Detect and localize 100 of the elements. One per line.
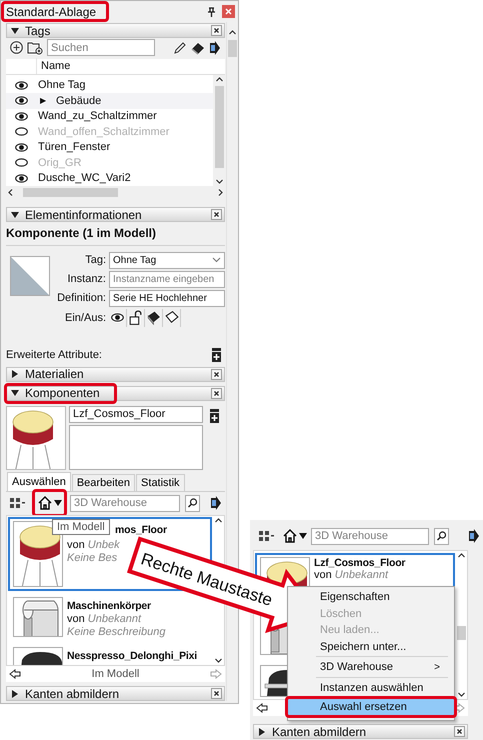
menu-item[interactable]: Speichern unter...: [289, 638, 453, 655]
export-icon[interactable]: [468, 529, 480, 543]
eye-icon[interactable]: [14, 80, 28, 90]
lock-icon[interactable]: [127, 308, 145, 327]
tag-name: Wand_zu_Schaltzimmer: [37, 110, 157, 122]
expander-icon[interactable]: ▶: [40, 96, 46, 106]
tag-row[interactable]: ▶ Gebäude: [6, 93, 213, 109]
menu-item[interactable]: Auswahl ersetzen: [285, 696, 457, 718]
menu-item[interactable]: Eigenschaften: [289, 589, 453, 606]
tab[interactable]: Statistik: [136, 474, 185, 491]
close-button[interactable]: [222, 5, 235, 18]
close-icon[interactable]: [211, 209, 222, 220]
eraser-icon[interactable]: [191, 40, 205, 55]
tag-row[interactable]: Dusche_WC_Vari2: [6, 170, 213, 186]
tag-name: Wand_offen_Schaltzimmer: [37, 126, 170, 138]
search-icon[interactable]: [185, 494, 200, 512]
export-icon[interactable]: [210, 496, 222, 510]
search-icon[interactable]: [434, 528, 449, 544]
close-icon[interactable]: [454, 726, 465, 737]
author-line: von Unbek: [67, 539, 121, 552]
scroll-left-icon[interactable]: [6, 188, 15, 198]
search-field[interactable]: Suchen: [47, 39, 155, 56]
add-attribute-icon[interactable]: [212, 348, 221, 362]
component-name: mos_Floor: [115, 524, 167, 536]
section-header[interactable]: Kanten abmildern: [253, 724, 468, 739]
view-options-icon[interactable]: [9, 497, 27, 510]
field-label: Tag:: [84, 254, 106, 266]
scrollbar-thumb[interactable]: [214, 86, 224, 168]
scroll-down-icon[interactable]: [456, 690, 466, 699]
section-header[interactable]: Elementinformationen: [6, 207, 225, 222]
section-title: Kanten abmildern: [25, 686, 120, 700]
description-field[interactable]: [69, 424, 203, 470]
tag-name: Türen_Fenster: [37, 141, 110, 154]
eye-outline-icon[interactable]: [14, 127, 28, 136]
close-icon[interactable]: [211, 368, 222, 380]
scroll-up-icon[interactable]: [214, 74, 224, 84]
tab[interactable]: Bearbeiten: [72, 474, 136, 491]
instance-field[interactable]: Instanzname eingeben: [109, 270, 225, 288]
search-field[interactable]: 3D Warehouse: [311, 528, 429, 544]
section-header[interactable]: Tags: [6, 23, 225, 38]
definition-field[interactable]: Serie HE Hochlehner: [109, 290, 225, 307]
close-icon[interactable]: [211, 388, 222, 399]
tag-row[interactable]: Ohne Tag: [6, 78, 213, 94]
section-header[interactable]: Komponenten: [6, 386, 225, 401]
author-line: von Unbekannt: [314, 569, 390, 581]
caret-icon[interactable]: [11, 210, 19, 219]
close-icon[interactable]: [211, 25, 222, 36]
component-name: Lzf_Cosmos_Floor: [314, 557, 406, 569]
section-header[interactable]: Kanten abmildern: [6, 686, 225, 701]
section-header[interactable]: Materialien: [6, 366, 225, 382]
scroll-down-icon[interactable]: [214, 177, 224, 186]
eye-icon[interactable]: [111, 313, 124, 322]
house-icon: [37, 495, 53, 512]
tag-name: Ohne Tag: [37, 79, 86, 92]
tag-name: Orig_GR: [37, 156, 82, 169]
tag-row[interactable]: Türen_Fenster: [6, 140, 213, 156]
tag-dropdown[interactable]: Ohne Tag: [109, 252, 225, 269]
section-title: Materialien: [25, 367, 84, 382]
caret-icon[interactable]: [258, 728, 266, 736]
scrollbar-thumb[interactable]: [23, 188, 118, 198]
section-title: Elementinformationen: [25, 208, 142, 222]
tooltip: Im Modell: [52, 519, 110, 536]
field-label: Ein/Aus:: [64, 312, 106, 324]
eye-icon[interactable]: [14, 142, 28, 152]
menu-item[interactable]: Instanzen auswählen: [289, 680, 453, 696]
hidden-toggle[interactable]: [109, 308, 127, 327]
back-icon[interactable]: [9, 669, 21, 680]
component-name: Maschinenkörper: [67, 600, 152, 612]
scroll-right-icon[interactable]: [216, 188, 225, 198]
component-name: Nesspresso_Delonghi_Pixi: [67, 650, 198, 662]
advanced-attributes-label: Erweiterte Attribute:: [6, 348, 102, 361]
scroll-up-icon[interactable]: [456, 551, 466, 560]
component-name-field[interactable]: Lzf_Cosmos_Floor: [69, 406, 203, 423]
pencil-icon[interactable]: [173, 40, 187, 55]
eye-outline-icon[interactable]: [14, 158, 28, 168]
caret-icon[interactable]: [11, 26, 19, 34]
caret-icon[interactable]: [11, 370, 19, 378]
eye-icon[interactable]: [14, 96, 28, 106]
caret-icon: [299, 532, 307, 540]
eye-icon[interactable]: [14, 174, 28, 183]
caret-icon[interactable]: [11, 389, 19, 398]
close-icon[interactable]: [211, 688, 222, 699]
scroll-up-icon[interactable]: [228, 28, 237, 37]
scrollbar-thumb[interactable]: [456, 626, 466, 640]
scrollbar-thumb[interactable]: [228, 40, 237, 57]
pin-icon[interactable]: [207, 6, 216, 16]
add-attribute-icon[interactable]: [210, 408, 219, 423]
add-icon[interactable]: [10, 41, 23, 54]
back-icon[interactable]: [256, 703, 268, 713]
search-field[interactable]: 3D Warehouse: [70, 494, 180, 512]
caret-icon[interactable]: [11, 690, 19, 698]
scroll-down-icon[interactable]: [214, 656, 222, 666]
eye-icon[interactable]: [14, 112, 28, 121]
export-icon[interactable]: [209, 40, 221, 55]
tab[interactable]: Auswählen: [7, 472, 71, 491]
view-options-icon[interactable]: [258, 530, 276, 542]
menu-item[interactable]: 3D Warehouse >: [289, 659, 453, 676]
tag-row[interactable]: Wand_zu_Schaltzimmer: [6, 108, 213, 124]
collection-label: Im Modell: [92, 668, 140, 680]
add-folder-icon[interactable]: [27, 40, 43, 55]
